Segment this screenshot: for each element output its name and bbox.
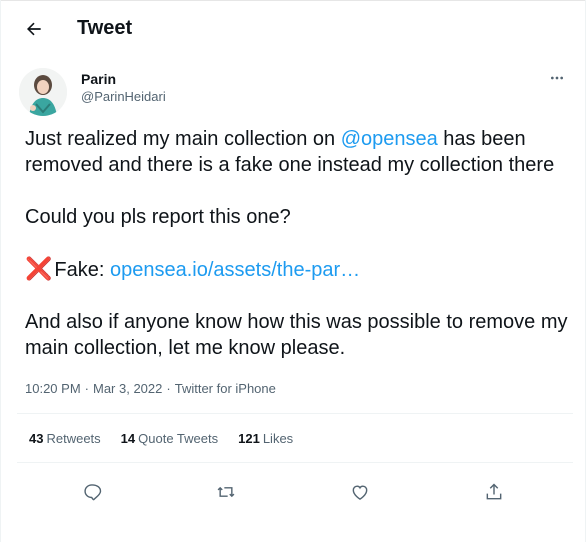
- retweet-button[interactable]: [209, 475, 243, 509]
- fake-label: Fake:: [54, 259, 110, 281]
- top-bar: Tweet: [1, 0, 585, 56]
- like-icon: [352, 485, 368, 500]
- back-button[interactable]: [17, 12, 51, 46]
- likes-stat[interactable]: 121 Likes: [238, 431, 293, 446]
- tweet-stats: 43 Retweets 14 Quote Tweets 121 Likes: [1, 414, 585, 462]
- meta-separator: ·: [166, 381, 171, 396]
- tweet-text-segment: Just realized my main collection on: [25, 128, 341, 150]
- reply-icon: [84, 484, 102, 501]
- share-icon: [486, 483, 502, 500]
- retweets-stat[interactable]: 43 Retweets: [29, 431, 101, 446]
- tweet-paragraph-1: Just realized my main collection on @ope…: [25, 126, 569, 178]
- avatar-illustration-icon: [19, 68, 67, 116]
- page-title: Tweet: [77, 17, 133, 39]
- quote-tweets-stat[interactable]: 14 Quote Tweets: [121, 431, 218, 446]
- tweet-page: Tweet Parin @ParinHeidari Just realized …: [0, 0, 586, 542]
- tweet-date[interactable]: Mar 3, 2022: [93, 381, 162, 396]
- share-button[interactable]: [477, 475, 511, 509]
- fake-collection-link[interactable]: opensea.io/assets/the-par…: [110, 259, 360, 281]
- arrow-left-icon: [27, 22, 41, 35]
- quote-tweets-count: 14: [120, 430, 136, 446]
- meta-separator: ·: [84, 381, 89, 396]
- tweet-meta: 10:20 PM · Mar 3, 2022 · Twitter for iPhone: [1, 379, 585, 399]
- quote-tweets-label: Quote Tweets: [138, 430, 219, 446]
- more-horizontal-icon: [551, 76, 563, 80]
- tweet-paragraph-2: Could you pls report this one?: [25, 206, 291, 228]
- mention-link[interactable]: @opensea: [341, 128, 438, 150]
- tweet-time[interactable]: 10:20 PM: [25, 381, 81, 396]
- reply-button[interactable]: [75, 475, 109, 509]
- tweet-paragraph-4: And also if anyone know how this was pos…: [25, 311, 568, 359]
- retweets-count: 43: [29, 430, 44, 446]
- retweet-icon: [217, 486, 235, 498]
- tweet-actions: [1, 469, 585, 515]
- retweets-label: Retweets: [46, 430, 101, 446]
- more-options-button[interactable]: [543, 64, 571, 92]
- author-names: Parin @ParinHeidari: [81, 68, 166, 106]
- like-button[interactable]: [343, 475, 377, 509]
- display-name[interactable]: Parin: [81, 70, 166, 88]
- tweet-text: Just realized my main collection on @ope…: [1, 126, 585, 361]
- avatar[interactable]: [19, 68, 67, 116]
- tweet-source[interactable]: Twitter for iPhone: [175, 381, 276, 396]
- divider: [17, 462, 573, 463]
- author-row: Parin @ParinHeidari: [1, 68, 585, 126]
- tweet-paragraph-3: ❌ Fake: opensea.io/assets/the-par…: [25, 256, 569, 283]
- likes-label: Likes: [262, 430, 294, 446]
- user-handle[interactable]: @ParinHeidari: [81, 88, 166, 106]
- likes-count: 121: [238, 430, 260, 446]
- cross-mark-icon: ❌: [25, 256, 53, 281]
